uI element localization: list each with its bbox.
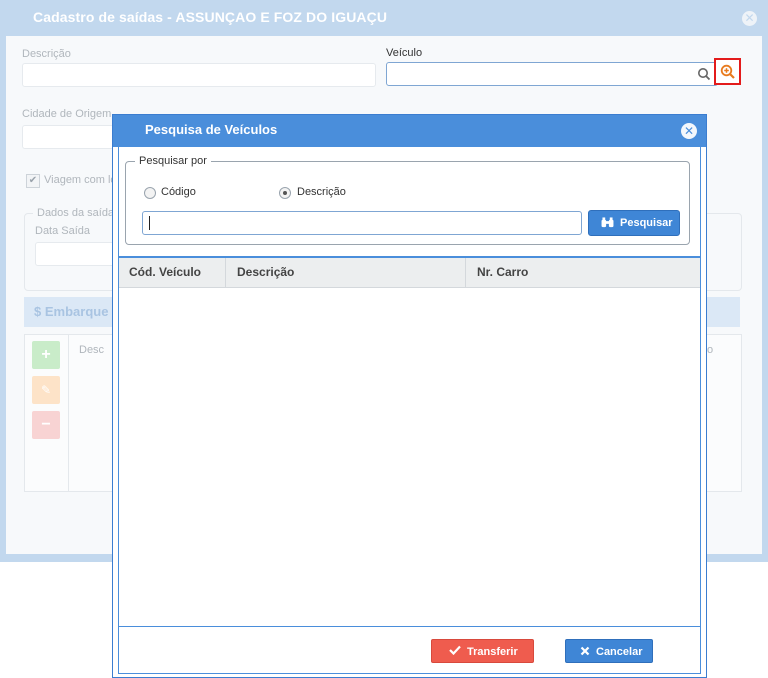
search-input[interactable] [142,211,582,235]
veiculo-field[interactable] [386,62,718,86]
cidade-origem-field[interactable] [22,125,114,149]
viagem-checkbox-label: Viagem com lo [44,174,117,186]
search-group-legend: Pesquisar por [135,155,211,167]
descricao-field[interactable] [22,63,376,87]
col-descricao[interactable]: Descrição [237,258,294,287]
text-caret [149,216,150,230]
dialog-header[interactable]: Pesquisa de Veículos ✕ [113,115,706,147]
dados-saida-legend: Dados da saída [33,207,119,219]
zoom-in-icon [720,64,735,79]
data-saida-label: Data Saída [35,225,91,237]
cancel-button[interactable]: Cancelar [565,639,653,663]
dialog-title: Pesquisa de Veículos [145,122,278,137]
radio-descricao-label[interactable]: Descrição [297,186,346,198]
background-close-icon[interactable]: ✕ [742,11,757,26]
radio-descricao[interactable] [279,187,291,199]
results-table-header: Cód. Veículo Descrição Nr. Carro [119,258,700,288]
veiculo-lookup-button[interactable] [714,58,741,85]
edit-icon[interactable]: ✎ [32,376,60,404]
close-icon[interactable]: ✕ [681,123,697,139]
transfer-button[interactable]: Transferir [431,639,534,663]
radio-codigo[interactable] [144,187,156,199]
data-saida-field[interactable] [35,242,115,266]
transfer-button-label: Transferir [467,646,518,658]
embarque-col-descricao: Desc [79,344,105,356]
check-icon [449,645,461,655]
viagem-checkbox[interactable]: ✔ [26,174,40,188]
search-button[interactable]: Pesquisar [588,210,680,236]
col-cod-veiculo[interactable]: Cód. Veículo [129,258,201,287]
grid-divider [68,335,69,491]
embarque-col-right: o [707,344,714,356]
footer-divider [119,626,700,627]
cancel-button-label: Cancelar [596,646,643,658]
descricao-label: Descrição [22,48,71,60]
remove-icon[interactable]: − [32,411,60,439]
pesquisa-veiculos-dialog: Pesquisa de Veículos ✕ Pesquisar por Cód… [112,114,707,678]
background-window-title: Cadastro de saídas - ASSUNÇAO E FOZ DO I… [33,9,388,25]
search-icon[interactable] [697,67,711,81]
radio-codigo-label[interactable]: Código [161,186,196,198]
binoculars-icon [601,217,614,228]
col-separator [225,258,226,287]
dollar-icon: $ [34,304,42,319]
results-table-body [119,288,700,626]
add-icon[interactable]: + [32,341,60,369]
embarque-tab-label: Embarque [44,304,109,319]
col-separator [465,258,466,287]
x-icon [580,646,590,656]
cidade-origem-label: Cidade de Origem [22,108,112,120]
col-nr-carro[interactable]: Nr. Carro [477,258,528,287]
veiculo-label: Veículo [386,47,423,59]
search-button-label: Pesquisar [620,217,673,229]
